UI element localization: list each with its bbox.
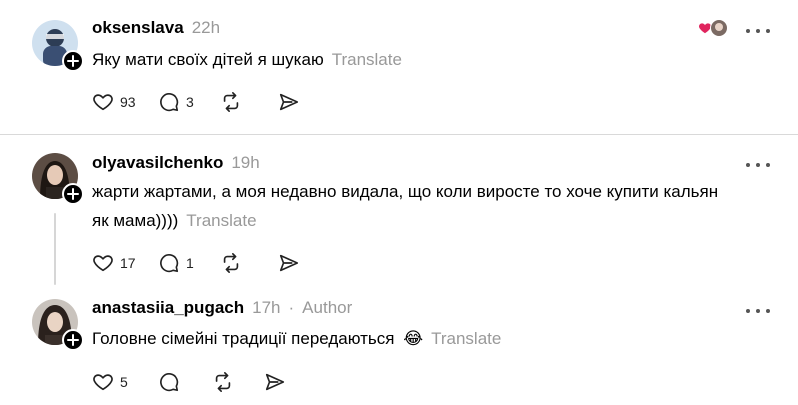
more-options-button[interactable] (746, 301, 770, 321)
repost-icon (223, 253, 239, 273)
heart-icon (93, 255, 113, 272)
reply-button[interactable]: 1 (158, 252, 220, 274)
comment-icon (160, 373, 179, 392)
avatar[interactable] (32, 153, 84, 205)
post-time: 17h (252, 298, 281, 317)
username[interactable]: anastasiia_pugach (92, 298, 244, 318)
repost-icon (215, 372, 231, 392)
username[interactable]: oksenslava (92, 18, 184, 38)
separator-dot: · (288, 298, 295, 317)
username[interactable]: olyavasilchenko (92, 153, 223, 173)
translate-link[interactable]: Translate (332, 50, 402, 69)
like-button[interactable]: 5 (92, 371, 158, 393)
avatar[interactable] (32, 299, 84, 351)
post-time: 19h (231, 153, 260, 172)
like-count: 93 (120, 94, 136, 110)
repost-button[interactable] (220, 91, 278, 113)
heart-icon (93, 94, 113, 111)
follow-plus-icon[interactable] (62, 183, 84, 205)
reply-count: 3 (186, 94, 194, 110)
share-button[interactable] (264, 371, 286, 393)
like-count: 5 (120, 374, 128, 390)
post-oksenslava: oksenslava 22h Яку мати своїх дітей я шу… (0, 0, 798, 134)
like-button[interactable]: 93 (92, 91, 158, 113)
post-text: Головне сімейні традиції передаються (92, 329, 395, 348)
like-button[interactable]: 17 (92, 252, 158, 274)
like-count: 17 (120, 255, 136, 271)
comment-icon (160, 254, 179, 273)
follow-plus-icon[interactable] (62, 50, 84, 72)
avatar[interactable] (32, 20, 84, 72)
translate-link[interactable]: Translate (186, 211, 256, 230)
comment-icon (160, 93, 179, 112)
repost-button[interactable] (212, 371, 264, 393)
heart-icon (93, 374, 113, 391)
liked-by-indicator (698, 19, 728, 37)
translate-link[interactable]: Translate (431, 329, 501, 348)
follow-plus-icon[interactable] (62, 329, 84, 351)
post-time: 22h (191, 18, 221, 37)
laughing-emoji-icon: 😂 (403, 329, 424, 348)
reply-button[interactable]: 3 (158, 91, 220, 113)
author-badge: Author (302, 298, 353, 317)
reply-count: 1 (186, 255, 194, 271)
reply-button[interactable] (158, 371, 212, 393)
share-icon (279, 93, 299, 111)
post-olyavasilchenko: olyavasilchenko 19h жарти жартами, а моя… (0, 135, 798, 285)
thread-line (54, 213, 56, 285)
share-icon (279, 254, 299, 272)
post-anastasiia-pugach: anastasiia_pugach 17h · Author Головне с… (0, 285, 798, 405)
more-options-button[interactable] (746, 21, 770, 41)
share-icon (265, 373, 285, 391)
share-button[interactable] (278, 91, 300, 113)
share-button[interactable] (278, 252, 300, 274)
more-options-button[interactable] (746, 155, 770, 175)
post-text: Яку мати своїх дітей я шукаю (92, 50, 324, 69)
liker-avatar (710, 19, 728, 37)
repost-button[interactable] (220, 252, 278, 274)
repost-icon (223, 92, 239, 112)
